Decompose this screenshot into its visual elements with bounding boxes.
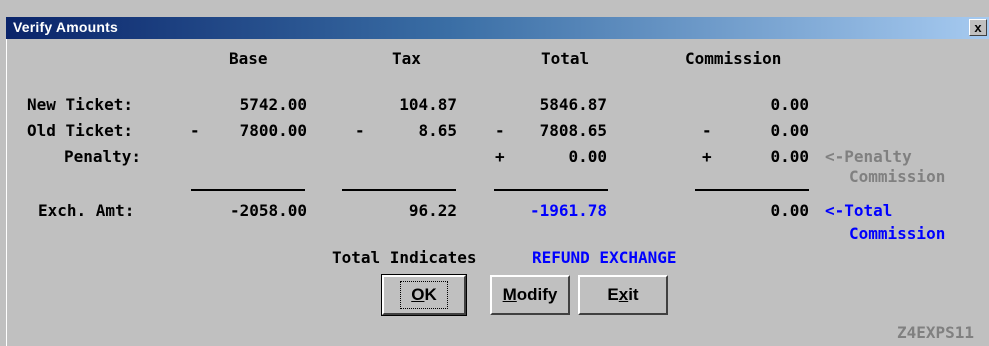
rule-tax xyxy=(342,189,456,191)
modify-button-label[interactable]: Modify xyxy=(503,285,558,305)
exit-button[interactable]: Exit xyxy=(578,275,668,315)
indicator-value: REFUND EXCHANGE xyxy=(532,248,677,267)
close-button[interactable]: x xyxy=(969,19,987,36)
row-label-new-ticket: New Ticket: xyxy=(27,95,133,114)
header-base: Base xyxy=(229,49,268,68)
new-ticket-total: 5846.87 xyxy=(539,95,607,114)
dialog-body: Base Tax Total Commission New Ticket: 57… xyxy=(6,39,989,346)
penalty-commission: 0.00 xyxy=(770,147,809,166)
verify-amounts-dialog: Verify Amounts x Base Tax Total Commissi… xyxy=(0,0,989,346)
close-icon[interactable]: x xyxy=(974,20,981,35)
exch-amt-total: -1961.78 xyxy=(529,201,607,220)
penalty-commission-note-2: Commission xyxy=(849,167,946,186)
rule-total xyxy=(494,189,608,191)
dialog-title: Verify Amounts xyxy=(13,19,118,35)
exch-amt-commission: 0.00 xyxy=(770,201,809,220)
exit-button-label[interactable]: Exit xyxy=(607,285,638,305)
rule-base xyxy=(191,189,305,191)
old-ticket-base: 7800.00 xyxy=(239,121,307,140)
indicator-label: Total Indicates xyxy=(332,248,477,267)
header-tax: Tax xyxy=(392,49,421,68)
old-ticket-tax: 8.65 xyxy=(418,121,457,140)
new-ticket-base: 5742.00 xyxy=(239,95,307,114)
header-commission: Commission xyxy=(685,49,782,68)
old-ticket-commission: 0.00 xyxy=(770,121,809,140)
ok-button[interactable]: OK xyxy=(381,274,467,316)
header-total: Total xyxy=(541,49,590,68)
exch-amt-base: -2058.00 xyxy=(229,201,307,220)
new-ticket-tax: 104.87 xyxy=(399,95,457,114)
title-bar: Verify Amounts x xyxy=(6,17,989,39)
penalty-commission-note-1: <-Penalty xyxy=(825,147,912,166)
rule-commission xyxy=(695,189,809,191)
ok-button-label[interactable]: OK xyxy=(400,281,448,309)
exch-amt-tax: 96.22 xyxy=(408,201,457,220)
row-label-old-ticket: Old Ticket: xyxy=(27,121,133,140)
modify-button[interactable]: Modify xyxy=(490,275,570,315)
penalty-total: 0.00 xyxy=(568,147,607,166)
screen-id: Z4EXPS11 xyxy=(897,323,975,342)
new-ticket-commission: 0.00 xyxy=(770,95,809,114)
row-label-exch-amt: Exch. Amt: xyxy=(38,201,135,220)
total-commission-note-1: <-Total xyxy=(825,201,893,220)
old-ticket-total: 7808.65 xyxy=(539,121,607,140)
total-commission-note-2: Commission xyxy=(849,224,946,243)
row-label-penalty: Penalty: xyxy=(64,147,142,166)
